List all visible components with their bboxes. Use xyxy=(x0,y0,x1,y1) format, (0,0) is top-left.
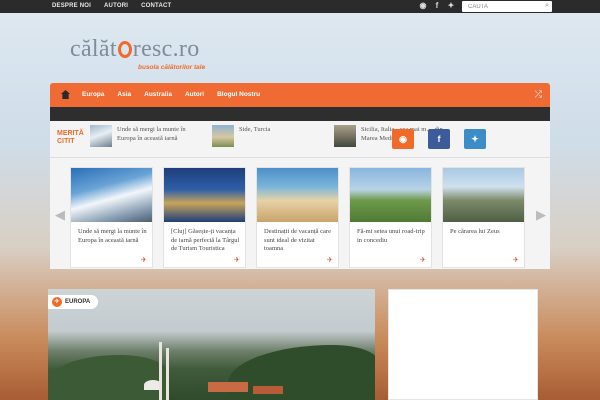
search-box: ⌕ xyxy=(462,1,552,12)
compass-icon xyxy=(117,41,132,58)
plane-icon: ✈ xyxy=(52,297,62,307)
nav-item-australia[interactable]: Australia xyxy=(144,83,172,107)
twitter-icon[interactable]: ✦ xyxy=(446,1,456,11)
category-icon: ✈ xyxy=(234,257,240,264)
top-nav: DESPRE NOI AUTORI CONTACT xyxy=(52,0,184,13)
card-image xyxy=(257,168,338,222)
top-link-contact[interactable]: CONTACT xyxy=(141,0,171,13)
category-icon: ✈ xyxy=(420,257,426,264)
nav-item-europa[interactable]: Europa xyxy=(82,83,104,107)
category-badge[interactable]: ✈ EUROPA xyxy=(48,295,99,309)
facebook-icon[interactable]: f xyxy=(432,1,442,11)
content-panel: MERITĂ CITIT Unde să mergi la munte în E… xyxy=(50,121,550,269)
twitter-icon[interactable]: ✦ xyxy=(464,129,486,149)
carousel-card[interactable]: Fă-mi setea unui road-trip in concediu ✈ xyxy=(349,167,432,268)
logo-text-right: resc.ro xyxy=(132,36,200,62)
rss-icon[interactable]: ◉ xyxy=(392,129,414,149)
carousel-card[interactable]: Pe cărarea lui Zeus ✈ xyxy=(442,167,525,268)
decor xyxy=(159,342,162,400)
sidebar-widget xyxy=(388,289,538,400)
logo-tagline: busola călătorilor tale xyxy=(138,64,206,71)
merita-item[interactable]: Side, Turcia xyxy=(212,125,324,147)
carousel-card[interactable]: Destinații de vacanță care sunt ideal de… xyxy=(256,167,339,268)
featured-article-image[interactable]: ✈ EUROPA xyxy=(48,289,375,400)
card-image xyxy=(350,168,431,222)
card-caption: Unde să mergi la munte în Europa în acea… xyxy=(78,228,147,244)
card-caption: Destinații de vacanță care sunt ideal de… xyxy=(264,228,331,252)
merita-thumbnail xyxy=(90,125,112,147)
card-caption: Fă-mi setea unui road-trip in concediu xyxy=(357,228,425,244)
card-caption: [Cluj] Găsește-ți vacanța de iarnă perfe… xyxy=(171,228,240,252)
card-image xyxy=(71,168,152,222)
carousel-card[interactable]: Unde să mergi la munte în Europa în acea… xyxy=(70,167,153,268)
carousel-prev-icon[interactable]: ◀ xyxy=(55,207,65,223)
shuffle-icon[interactable]: ⤮ xyxy=(535,89,542,100)
site-logo[interactable]: călăt resc.ro busola călătorilor tale xyxy=(70,36,205,71)
nav-item-blogul-nostru[interactable]: Blogul Nostru xyxy=(217,83,260,107)
category-icon: ✈ xyxy=(327,257,333,264)
logo-text-left: călăt xyxy=(70,36,117,62)
merita-thumbnail xyxy=(212,125,234,147)
divider xyxy=(50,157,550,158)
card-image xyxy=(443,168,524,222)
top-link-despre-noi[interactable]: DESPRE NOI xyxy=(52,0,91,13)
nav-item-autori[interactable]: Autori xyxy=(185,83,204,107)
carousel-next-icon[interactable]: ▶ xyxy=(536,207,546,223)
main-nav: Europa Asia Australia Autori Blogul Nost… xyxy=(50,83,550,107)
decor xyxy=(228,345,375,400)
search-input[interactable] xyxy=(468,1,538,12)
card-caption: Pe cărarea lui Zeus xyxy=(450,228,500,235)
decor xyxy=(166,348,169,400)
home-icon[interactable] xyxy=(61,90,70,99)
decor xyxy=(253,386,283,394)
decor xyxy=(208,382,248,392)
category-icon: ✈ xyxy=(513,257,519,264)
decor xyxy=(48,355,168,400)
merita-citit-label: MERITĂ CITIT xyxy=(57,130,84,145)
top-link-autori[interactable]: AUTORI xyxy=(104,0,128,13)
card-image xyxy=(164,168,245,222)
merita-thumbnail xyxy=(334,125,356,147)
social-links: ◉ f ✦ xyxy=(418,1,456,11)
facebook-icon[interactable]: f xyxy=(428,129,450,149)
carousel-card[interactable]: [Cluj] Găsește-ți vacanța de iarnă perfe… xyxy=(163,167,246,268)
merita-item-title: Unde să mergi la munte în Europa în acea… xyxy=(117,126,186,142)
rss-icon[interactable]: ◉ xyxy=(418,1,428,11)
carousel: Unde să mergi la munte în Europa în acea… xyxy=(70,167,525,268)
nav-item-asia[interactable]: Asia xyxy=(117,83,131,107)
sub-nav-bar xyxy=(50,107,550,121)
merita-item[interactable]: Unde să mergi la munte în Europa în acea… xyxy=(90,125,202,147)
merita-item-title: Side, Turcia xyxy=(239,126,271,133)
category-icon: ✈ xyxy=(141,257,147,264)
search-icon[interactable]: ⌕ xyxy=(545,2,549,10)
share-tiles: ◉ f ✦ xyxy=(392,129,486,149)
